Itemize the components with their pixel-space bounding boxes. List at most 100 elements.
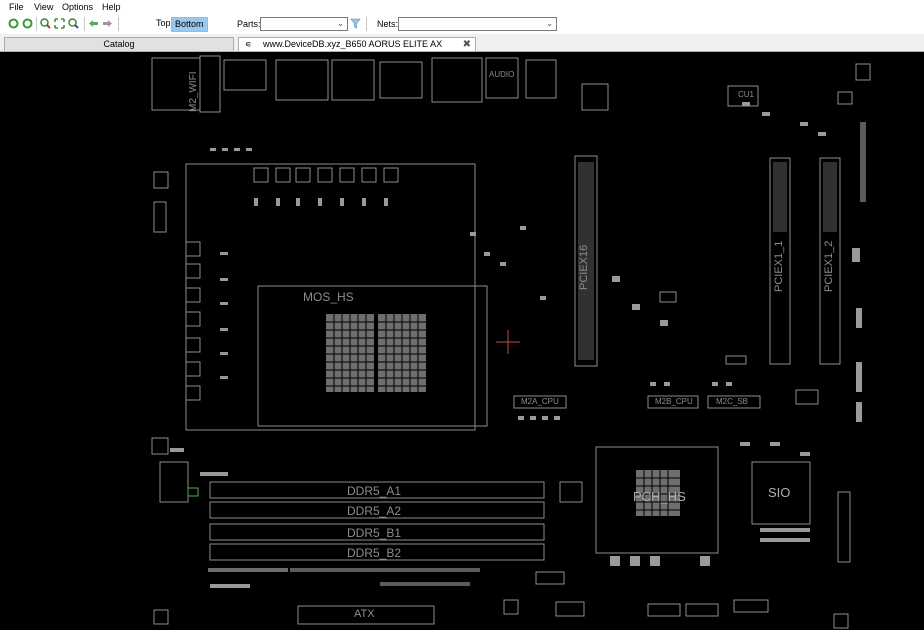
- zoom-out-icon[interactable]: [68, 18, 79, 29]
- smd: [726, 382, 732, 386]
- smd: [170, 448, 184, 452]
- component: [153, 171, 169, 189]
- component: [659, 291, 677, 303]
- menu-help[interactable]: Help: [102, 2, 121, 12]
- smd: [220, 252, 228, 255]
- board-canvas[interactable]: M2_WIFI AUDIO MOS_HS PCIEX16 PCIEX1_1 PC…: [0, 52, 924, 630]
- vrm-choke: [185, 241, 201, 257]
- vrm-choke: [275, 167, 291, 183]
- toolbar-separator: [84, 17, 85, 31]
- smd: [220, 352, 228, 355]
- component: [725, 355, 747, 365]
- label-pciex1-2: PCIEX1_2: [823, 240, 835, 292]
- smd: [540, 296, 546, 300]
- highlight-marker: [187, 487, 199, 497]
- close-tab-icon[interactable]: ✖: [463, 38, 471, 51]
- io-connector: [275, 59, 329, 101]
- smd: [612, 276, 620, 282]
- smd: [220, 376, 228, 379]
- label-cu1: CU1: [738, 90, 755, 99]
- smd: [852, 248, 860, 262]
- io-connector: [331, 59, 375, 101]
- component: [837, 91, 853, 105]
- m2-wifi-slot: [199, 55, 221, 113]
- component: [647, 603, 681, 617]
- smd-row: [210, 584, 250, 588]
- label-mos-hs: MOS_HS: [303, 290, 354, 304]
- parts-combobox[interactable]: ⌄: [260, 17, 348, 31]
- smd: [770, 442, 780, 446]
- label-ddr5-b2: DDR5_B2: [347, 546, 402, 560]
- component: [535, 571, 565, 585]
- component: [153, 201, 167, 233]
- label-m2b-cpu: M2B_CPU: [655, 397, 693, 406]
- rotate-left-icon[interactable]: [8, 18, 19, 29]
- menu-options[interactable]: Options: [62, 2, 93, 12]
- vrm-choke: [185, 263, 201, 279]
- smd: [246, 148, 252, 151]
- nets-combobox[interactable]: ⌄: [398, 17, 557, 31]
- toolbar-separator: [366, 17, 367, 31]
- filter-icon[interactable]: [350, 18, 361, 29]
- smd: [610, 556, 620, 566]
- smd: [742, 102, 750, 106]
- menu-view[interactable]: View: [34, 2, 53, 12]
- component: [795, 389, 819, 405]
- smd-column: [860, 122, 866, 202]
- smd: [542, 416, 548, 420]
- board-drawing: [151, 55, 871, 629]
- vrm-choke: [361, 167, 377, 183]
- smd: [500, 262, 506, 266]
- smd: [200, 472, 228, 476]
- io-connector: [223, 59, 267, 91]
- parts-label: Parts:: [237, 19, 261, 29]
- label-ddr5-a1: DDR5_A1: [347, 484, 402, 498]
- smd: [222, 148, 228, 151]
- smd: [800, 122, 808, 126]
- io-connector: [379, 61, 423, 99]
- label-ddr5-b1: DDR5_B1: [347, 526, 402, 540]
- label-sio: SIO: [768, 485, 791, 500]
- cursor-crosshair: [496, 330, 520, 354]
- smd-row: [208, 568, 288, 572]
- zoom-in-icon[interactable]: [40, 18, 51, 29]
- smd: [220, 328, 228, 331]
- back-arrow-icon[interactable]: [88, 18, 99, 29]
- tab-boardview[interactable]: ∊ www.DeviceDB.xyz_B650 AORUS ELITE AX B…: [238, 37, 476, 62]
- vrm-choke: [185, 361, 201, 377]
- smd: [276, 198, 280, 206]
- smd: [210, 148, 216, 151]
- smd: [362, 198, 366, 206]
- smd-row: [760, 538, 810, 542]
- smd: [484, 252, 490, 256]
- smd: [554, 416, 560, 420]
- menu-file[interactable]: File: [9, 2, 24, 12]
- smd: [856, 362, 862, 392]
- smd-row: [760, 528, 810, 532]
- component: [159, 461, 189, 503]
- smd: [740, 442, 750, 446]
- component: [153, 609, 169, 625]
- component: [837, 491, 851, 563]
- component: [833, 613, 849, 629]
- component: [581, 83, 609, 111]
- component: [855, 63, 871, 81]
- rotate-right-icon[interactable]: [22, 18, 33, 29]
- smd: [700, 556, 710, 566]
- forward-arrow-icon[interactable]: [102, 18, 113, 29]
- label-m2c-sb: M2C_SB: [716, 397, 749, 406]
- smd: [650, 382, 656, 386]
- io-connector: [525, 59, 557, 99]
- smd: [340, 198, 344, 206]
- smd: [220, 278, 228, 281]
- label-m2a-cpu: M2A_CPU: [521, 397, 559, 406]
- fit-view-icon[interactable]: [54, 18, 65, 29]
- smd: [856, 402, 862, 422]
- bottom-side-button[interactable]: Bottom: [171, 17, 208, 32]
- label-pciex16: PCIEX16: [578, 244, 590, 290]
- smd: [470, 232, 476, 236]
- smd: [650, 556, 660, 566]
- tab-catalog[interactable]: Catalog: [4, 37, 234, 51]
- vrm-choke: [185, 287, 201, 303]
- smd: [518, 416, 524, 420]
